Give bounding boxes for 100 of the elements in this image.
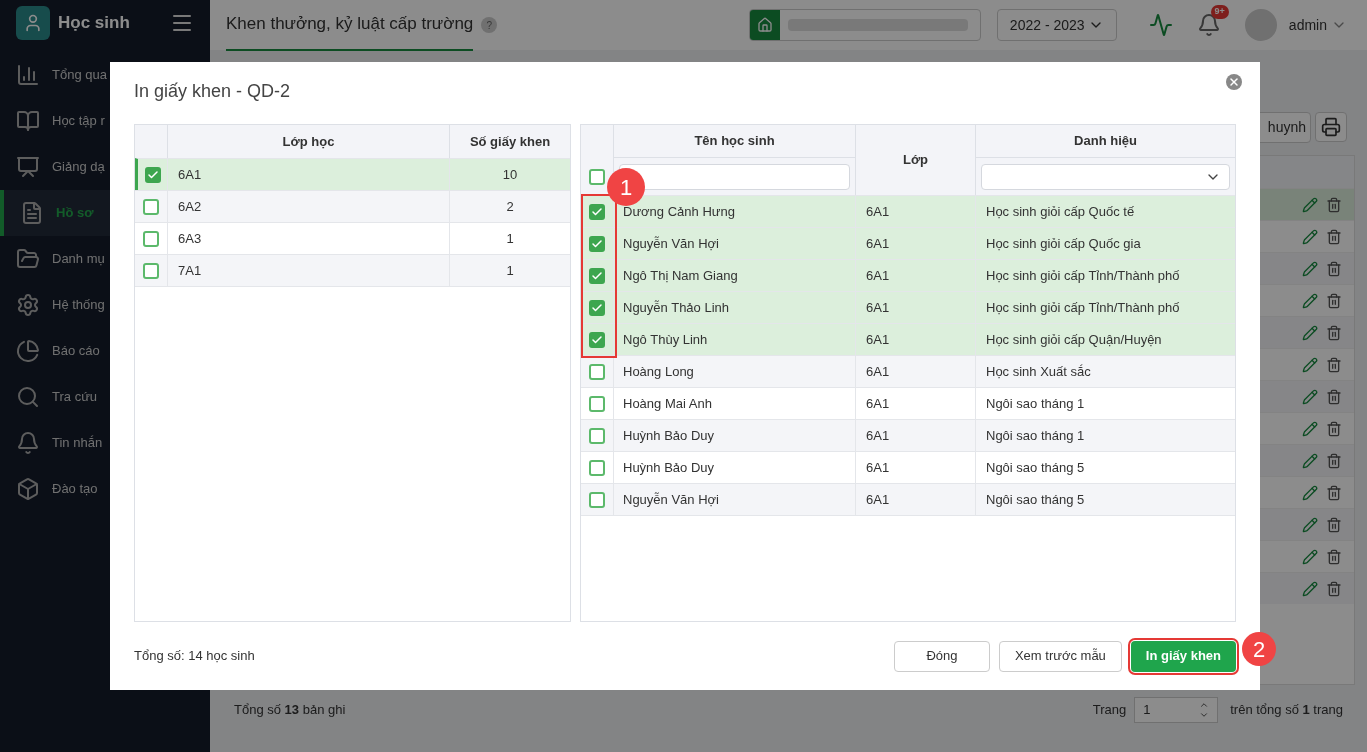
user-name[interactable]: admin — [1288, 14, 1327, 36]
table-cell-text: 10 — [502, 165, 518, 184]
table-cell-text: 6A1 — [866, 426, 890, 445]
student-total: Tổng số: 14 học sinh — [134, 647, 255, 666]
delete-icon[interactable] — [1326, 388, 1342, 405]
edit-icon[interactable] — [1302, 452, 1318, 469]
sidebar-item[interactable]: Tra cứu — [0, 374, 210, 420]
student-row[interactable]: Huỳnh Bảo Duy 6A1 Ngôi sao tháng 1 — [581, 419, 1235, 451]
student-row[interactable]: Nguyễn Văn Hợi 6A1 Ngôi sao tháng 5 — [581, 483, 1235, 515]
edit-icon[interactable] — [1302, 580, 1318, 597]
table-cell-text: Hoàng Mai Anh — [623, 394, 712, 413]
close-icon[interactable] — [1226, 74, 1242, 90]
checkbox[interactable] — [589, 267, 605, 284]
table-cell-text: Nguyễn Văn Hợi — [623, 234, 719, 253]
delete-icon[interactable] — [1326, 324, 1342, 341]
edit-icon[interactable] — [1302, 484, 1318, 501]
table-cell-text: Ngôi sao tháng 5 — [986, 490, 1085, 509]
delete-icon[interactable] — [1326, 484, 1342, 501]
delete-icon[interactable] — [1326, 356, 1342, 373]
table-cell-text: Hoàng Long — [623, 362, 694, 381]
table-cell-text: Ngô Thị Nam Giang — [623, 266, 738, 285]
student-row[interactable]: Huỳnh Bảo Duy 6A1 Ngôi sao tháng 5 — [581, 451, 1235, 483]
delete-icon[interactable] — [1326, 452, 1342, 469]
student-row[interactable]: Hoàng Long 6A1 Học sinh Xuất sắc — [581, 355, 1235, 387]
dialog-button[interactable]: Xem trước mẫu — [998, 640, 1122, 672]
delete-icon[interactable] — [1326, 292, 1342, 309]
checkbox[interactable] — [589, 203, 605, 220]
table-cell-text: 2 — [506, 197, 514, 216]
sidebar-item[interactable]: Báo cáo — [0, 328, 210, 374]
sidebar-item[interactable]: Đào tạo — [0, 466, 210, 512]
table-cell-text: Ngôi sao tháng 5 — [986, 458, 1085, 477]
year-select[interactable]: 2022 - 2023 — [996, 9, 1117, 41]
edit-icon[interactable] — [1302, 260, 1318, 277]
checkbox[interactable] — [589, 168, 605, 185]
table-cell-text: Học sinh giỏi cấp Tỉnh/Thành phố — [986, 266, 1180, 285]
table-cell-text: Học sinh giỏi cấp Quận/Huyện — [986, 330, 1162, 349]
table-cell-text: 6A1 — [178, 165, 202, 184]
class-row[interactable]: 6A1 10 — [135, 158, 570, 190]
table-cell-text: Huỳnh Bảo Duy — [623, 458, 715, 477]
delete-icon[interactable] — [1326, 548, 1342, 565]
table-cell-text: 6A1 — [866, 202, 890, 221]
delete-icon[interactable] — [1326, 196, 1342, 213]
dialog-button[interactable]: Đóng — [893, 640, 990, 672]
table-cell-text: 1 — [506, 261, 514, 280]
print-button[interactable] — [1315, 112, 1347, 142]
bell-icon[interactable] — [1196, 13, 1221, 37]
checkbox[interactable] — [589, 363, 605, 380]
checkbox[interactable] — [589, 459, 605, 476]
edit-icon[interactable] — [1302, 292, 1318, 309]
student-row[interactable]: Nguyễn Thảo Linh 6A1 Học sinh giỏi cấp Tỉnh/Thành phố — [581, 291, 1235, 323]
delete-icon[interactable] — [1326, 580, 1342, 597]
edit-icon[interactable] — [1302, 420, 1318, 437]
page-field[interactable]: 1 — [1134, 697, 1219, 723]
check-icon — [591, 205, 603, 218]
edit-icon[interactable] — [1302, 356, 1318, 373]
checkbox[interactable] — [143, 262, 159, 279]
sidebar-item[interactable]: Tin nhắn — [0, 420, 210, 466]
edit-icon[interactable] — [1302, 324, 1318, 341]
checkbox[interactable] — [589, 299, 605, 316]
student-row[interactable]: Hoàng Mai Anh 6A1 Ngôi sao tháng 1 — [581, 387, 1235, 419]
edit-icon[interactable] — [1302, 228, 1318, 245]
delete-icon[interactable] — [1326, 420, 1342, 437]
edit-icon[interactable] — [1302, 548, 1318, 565]
table-cell-text: Học sinh giỏi cấp Quốc gia — [986, 234, 1141, 253]
table-cell-text: Nguyễn Thảo Linh — [623, 298, 729, 317]
person-icon — [23, 13, 43, 33]
spinner-icon[interactable] — [1199, 700, 1210, 720]
class-row[interactable]: 6A3 1 — [135, 222, 570, 254]
student-row[interactable]: Ngô Thùy Linh 6A1 Học sinh giỏi cấp Quận/Huyện — [581, 323, 1235, 355]
check-icon — [591, 301, 603, 314]
edit-icon[interactable] — [1302, 388, 1318, 405]
student-row[interactable]: Nguyễn Văn Hợi 6A1 Học sinh giỏi cấp Quốc gia — [581, 227, 1235, 259]
checkbox[interactable] — [143, 198, 159, 215]
column-header: Danh hiệu — [976, 125, 1235, 158]
checkbox[interactable] — [144, 166, 161, 183]
checkbox[interactable] — [589, 491, 605, 508]
menu-item-icon — [16, 293, 40, 317]
table-cell-text: Học sinh Xuất sắc — [986, 362, 1091, 381]
class-row[interactable]: 6A2 2 — [135, 190, 570, 222]
delete-icon[interactable] — [1326, 260, 1342, 277]
checkbox[interactable] — [143, 230, 159, 247]
delete-icon[interactable] — [1326, 228, 1342, 245]
class-row[interactable]: 7A1 1 — [135, 254, 570, 286]
checkbox[interactable] — [589, 395, 605, 412]
delete-icon[interactable] — [1326, 516, 1342, 533]
school-field[interactable] — [748, 9, 981, 41]
home-icon — [756, 17, 773, 33]
checkbox[interactable] — [589, 427, 605, 444]
edit-icon[interactable] — [1302, 196, 1318, 213]
page-title: Khen thưởng, kỷ luật cấp trường — [226, 0, 474, 51]
record-count: Tổng số 13 bản ghi — [234, 701, 346, 720]
student-row[interactable]: Dương Cảnh Hưng 6A1 Học sinh giỏi cấp Quốc tế — [581, 195, 1235, 227]
edit-icon[interactable] — [1302, 516, 1318, 533]
checkbox[interactable] — [589, 235, 605, 252]
table-cell-text: 6A1 — [866, 394, 890, 413]
page-label: Trang — [1092, 701, 1127, 720]
checkbox[interactable] — [589, 331, 605, 348]
student-row[interactable]: Ngô Thị Nam Giang 6A1 Học sinh giỏi cấp Tỉnh/Thành phố — [581, 259, 1235, 291]
menu-item-icon — [16, 63, 40, 87]
table-cell-text: Huỳnh Bảo Duy — [623, 426, 715, 445]
